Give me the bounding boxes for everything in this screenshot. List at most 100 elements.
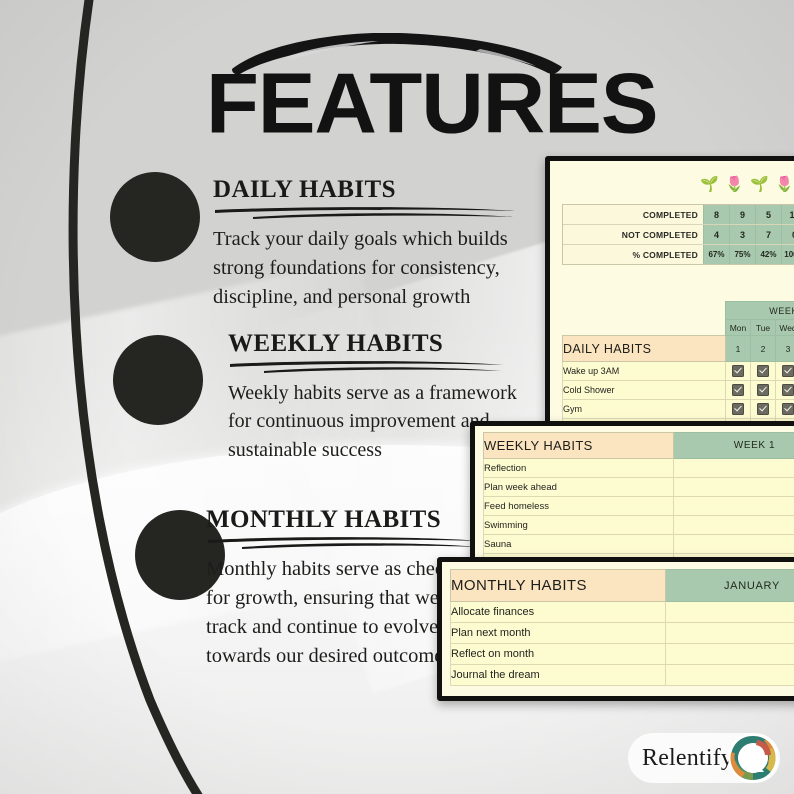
feature-body-daily: Track your daily goals which builds stro… <box>213 228 508 309</box>
summary-value-cell: 7 <box>755 225 781 244</box>
daily-habit-name: Cold Shower <box>562 380 726 400</box>
brand-logo[interactable]: Relentify <box>628 733 780 783</box>
daily-title-row: DAILY HABITS12345 <box>562 335 794 362</box>
summary-row: % COMPLETED67%75%42%100%17% <box>563 244 794 264</box>
summary-label: % COMPLETED <box>563 245 703 264</box>
monthly-habits-table[interactable]: MONTHLY HABITS JANUARY Allocate finances Pl… <box>450 569 794 686</box>
daily-day-header: Wed <box>775 319 794 336</box>
timeline-dot-weekly <box>113 335 203 425</box>
heading-underline-weekly-icon <box>230 361 504 373</box>
table-row[interactable]: Plan next month <box>450 622 794 644</box>
monthly-habit-name: Allocate finances <box>450 601 666 623</box>
table-row[interactable]: Wake up 3AM <box>562 361 794 381</box>
daily-habit-name: Gym <box>562 399 726 419</box>
daily-habit-cell[interactable] <box>750 361 776 381</box>
brand-name: Relentify <box>642 744 734 771</box>
daily-week-label: WEEK 1 <box>724 301 794 320</box>
monthly-month-label: JANUARY <box>665 569 794 602</box>
weekly-habit-name: Sauna <box>483 534 674 554</box>
weekly-habits-spreadsheet-panel[interactable]: WEEKLY HABITS WEEK 1 Reflection Plan week a… <box>470 421 794 573</box>
checkbox-checked-icon[interactable] <box>782 402 794 415</box>
page-title: FEATURES <box>206 56 659 152</box>
summary-values: 67%75%42%100%17% <box>703 245 794 264</box>
feature-heading-daily: DAILY HABITS <box>213 176 396 203</box>
monthly-habit-cell[interactable] <box>665 601 794 623</box>
timeline-dot-daily <box>110 172 200 262</box>
table-row[interactable]: Plan week ahead <box>483 477 794 497</box>
daily-summary-table: COMPLETED895122NOT COMPLETED437010% COMP… <box>562 204 794 265</box>
weekly-habit-name: Swimming <box>483 515 674 535</box>
heading-underline-monthly-icon <box>208 537 482 549</box>
poster-canvas: FEATURES DAILY HABITS Track your daily g… <box>0 0 794 794</box>
summary-value-cell: 67% <box>703 245 729 264</box>
table-row[interactable]: Sauna <box>483 534 794 554</box>
monthly-habit-name: Plan next month <box>450 622 666 644</box>
checkbox-checked-icon[interactable] <box>782 383 794 396</box>
checkbox-checked-icon[interactable] <box>757 364 769 377</box>
relentify-r-swirl-logo-icon <box>728 733 778 783</box>
table-row[interactable]: Gym <box>562 399 794 419</box>
daily-habits-table[interactable]: WEEK 1MonTueWedThuFriDAILY HABITS12345Wa… <box>562 301 794 429</box>
daily-week-header-row: WEEK 1 <box>563 301 794 320</box>
checkbox-checked-icon[interactable] <box>732 402 744 415</box>
summary-value-cell: 12 <box>781 205 794 224</box>
monthly-habit-cell[interactable] <box>665 622 794 644</box>
checkbox-checked-icon[interactable] <box>732 383 744 396</box>
weekly-habits-table[interactable]: WEEKLY HABITS WEEK 1 Reflection Plan week a… <box>483 432 794 568</box>
daily-habit-name: Wake up 3AM <box>562 361 726 381</box>
monthly-habits-spreadsheet-panel[interactable]: MONTHLY HABITS JANUARY Allocate finances Pl… <box>437 557 794 701</box>
table-row[interactable]: Journal the dream <box>450 664 794 686</box>
daily-habit-cell[interactable] <box>775 380 794 400</box>
daily-habit-cell[interactable] <box>725 380 751 400</box>
weekly-habit-cell[interactable] <box>673 477 794 497</box>
checkbox-checked-icon[interactable] <box>757 383 769 396</box>
table-row[interactable]: Swimming <box>483 515 794 535</box>
monthly-habit-cell[interactable] <box>665 664 794 686</box>
plant-emoji-row: 🌱🌷🌱🌷🌱 <box>697 177 794 192</box>
daily-habits-spreadsheet-panel[interactable]: 🌱🌷🌱🌷🌱 COMPLETED895122NOT COMPLETED437010… <box>545 156 794 434</box>
daily-table-title: DAILY HABITS <box>562 335 726 362</box>
daily-day-header: Tue <box>750 319 776 336</box>
daily-habit-cell[interactable] <box>725 361 751 381</box>
summary-value-cell: 0 <box>781 225 794 244</box>
checkbox-checked-icon[interactable] <box>757 402 769 415</box>
monthly-habit-cell[interactable] <box>665 643 794 665</box>
summary-value-cell: 8 <box>703 205 729 224</box>
daily-habit-cell[interactable] <box>775 399 794 419</box>
table-row[interactable]: Cold Shower <box>562 380 794 400</box>
plant-emoji-3: 🌷 <box>775 176 794 193</box>
feature-block-daily: DAILY HABITS Track your daily goals whic… <box>213 176 543 312</box>
weekly-habit-cell[interactable] <box>673 458 794 478</box>
weekly-habit-name: Reflection <box>483 458 674 478</box>
weekly-week-label: WEEK 1 <box>673 432 794 459</box>
daily-day-header: Mon <box>725 319 751 336</box>
monthly-habit-name: Journal the dream <box>450 664 666 686</box>
table-row[interactable]: Allocate finances <box>450 601 794 623</box>
daily-habit-cell[interactable] <box>750 380 776 400</box>
daily-date-header: 3 <box>775 335 794 362</box>
daily-habit-cell[interactable] <box>750 399 776 419</box>
weekly-habit-cell[interactable] <box>673 496 794 516</box>
summary-label: NOT COMPLETED <box>563 225 703 244</box>
feature-heading-monthly: MONTHLY HABITS <box>206 506 442 533</box>
summary-value-cell: 5 <box>755 205 781 224</box>
checkbox-checked-icon[interactable] <box>732 364 744 377</box>
summary-value-cell: 3 <box>729 225 755 244</box>
weekly-habit-cell[interactable] <box>673 534 794 554</box>
daily-habit-cell[interactable] <box>775 361 794 381</box>
summary-value-cell: 4 <box>703 225 729 244</box>
daily-habit-cell[interactable] <box>725 399 751 419</box>
summary-row: COMPLETED895122 <box>563 205 794 224</box>
summary-value-cell: 75% <box>729 245 755 264</box>
checkbox-checked-icon[interactable] <box>782 364 794 377</box>
weekly-habit-cell[interactable] <box>673 515 794 535</box>
daily-date-header: 1 <box>725 335 751 362</box>
table-row[interactable]: Reflect on month <box>450 643 794 665</box>
summary-label: COMPLETED <box>563 205 703 224</box>
weekly-habit-name: Feed homeless <box>483 496 674 516</box>
table-row[interactable]: Reflection <box>483 458 794 478</box>
heading-underline-daily-icon <box>215 207 515 219</box>
table-row[interactable]: Feed homeless <box>483 496 794 516</box>
summary-values: 437010 <box>703 225 794 244</box>
summary-value-cell: 42% <box>755 245 781 264</box>
